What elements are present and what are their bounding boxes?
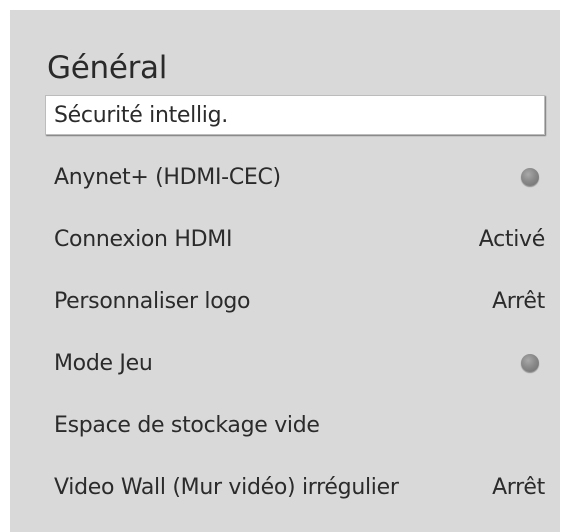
menu-item-securite-intellig[interactable]: Sécurité intellig. xyxy=(45,95,545,135)
menu-title: Général xyxy=(47,50,168,86)
menu-item-espace-stockage-vide[interactable]: Espace de stockage vide xyxy=(45,405,545,445)
menu-item-personnaliser-logo[interactable]: Personnaliser logo Arrêt xyxy=(45,281,545,321)
menu-item-connexion-hdmi[interactable]: Connexion HDMI Activé xyxy=(45,219,545,259)
menu-item-label: Anynet+ (HDMI-CEC) xyxy=(54,164,281,190)
menu-item-label: Video Wall (Mur vidéo) irrégulier xyxy=(54,474,399,500)
menu-item-label: Sécurité intellig. xyxy=(54,102,228,128)
menu-item-value: Arrêt xyxy=(492,474,545,500)
settings-panel: Général Sécurité intellig. Anynet+ (HDMI… xyxy=(10,10,560,532)
menu-item-label: Personnaliser logo xyxy=(54,288,251,314)
menu-item-video-wall-irregulier[interactable]: Video Wall (Mur vidéo) irrégulier Arrêt xyxy=(45,467,545,507)
menu-item-anynet[interactable]: Anynet+ (HDMI-CEC) xyxy=(45,157,545,197)
toggle-off-icon[interactable] xyxy=(521,354,539,372)
menu-item-label: Mode Jeu xyxy=(54,350,153,376)
toggle-off-icon[interactable] xyxy=(521,168,539,186)
menu-item-value: Arrêt xyxy=(492,288,545,314)
menu-item-label: Espace de stockage vide xyxy=(54,412,320,438)
menu-item-value: Activé xyxy=(478,226,546,252)
menu-item-mode-jeu[interactable]: Mode Jeu xyxy=(45,343,545,383)
menu-item-label: Connexion HDMI xyxy=(54,226,233,252)
